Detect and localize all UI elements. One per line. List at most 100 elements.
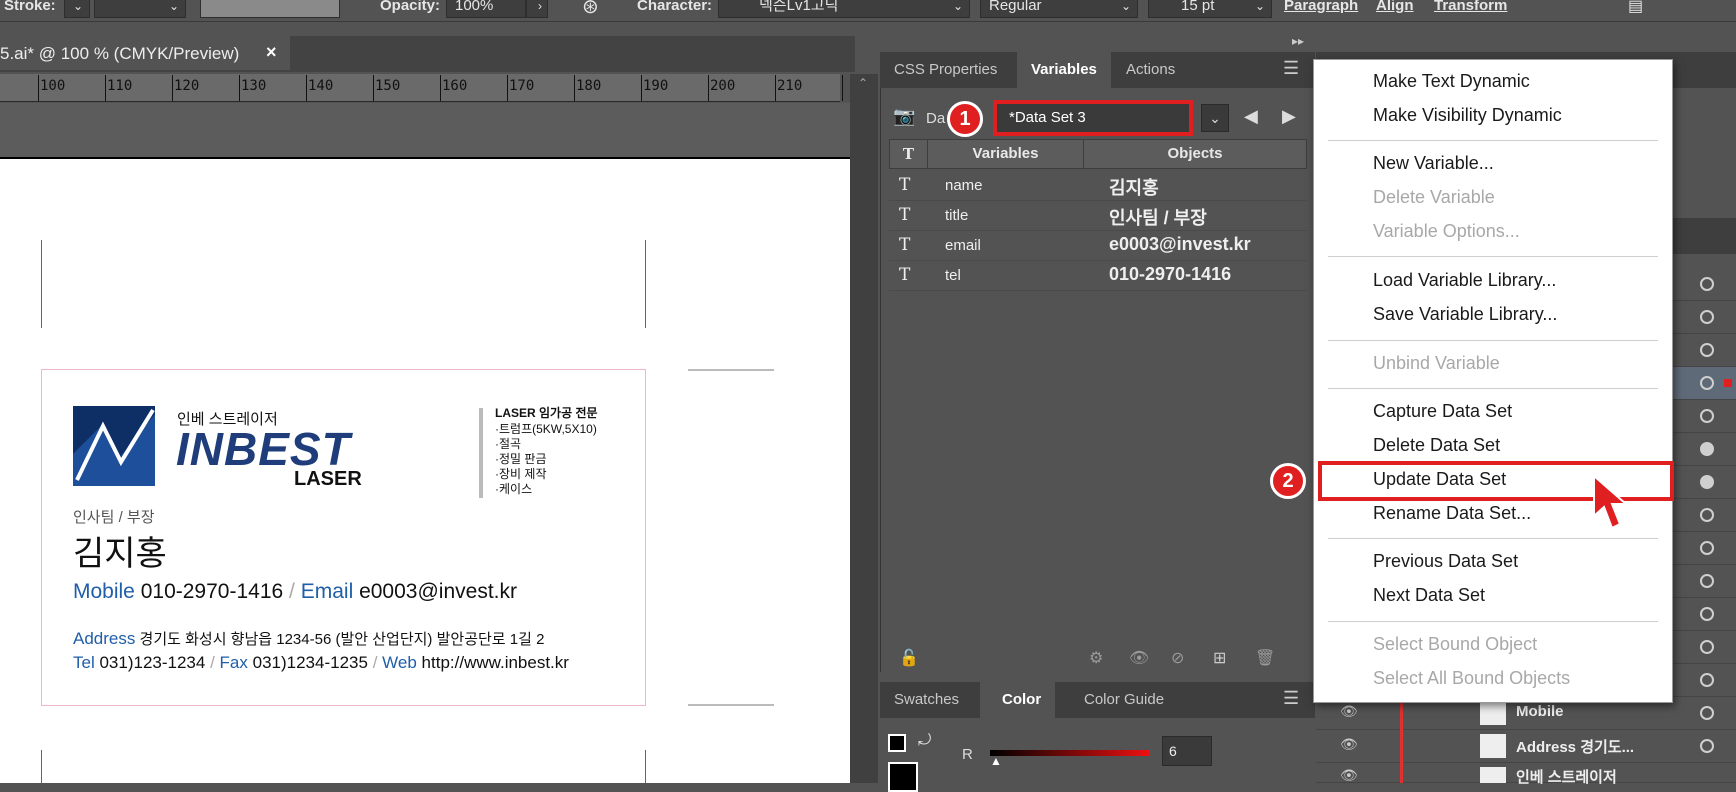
tab-color[interactable]: Color	[980, 682, 1056, 718]
previous-dataset-icon[interactable]: ◀	[1244, 106, 1258, 127]
text-variable-icon: T	[899, 205, 911, 225]
brush-definition[interactable]	[200, 0, 340, 18]
menu-item-previous-data-set[interactable]: Previous Data Set	[1373, 551, 1518, 572]
eye-icon[interactable]: 👁	[1340, 736, 1358, 753]
business-card[interactable]: 인베 스트레이저 INBEST LASER LASER 임가공 전문 ·트럼프(…	[41, 369, 646, 706]
align-link[interactable]: Align	[1376, 0, 1414, 14]
fill-stroke-swap-icon[interactable]	[888, 734, 906, 752]
swap-arrow-icon[interactable]: ⤾	[918, 732, 931, 750]
variable-object: 인사팀 / 부장	[1109, 208, 1207, 228]
make-visibility-dynamic-icon[interactable]: 👁	[1129, 648, 1149, 668]
recolor-icon[interactable]: ⊛	[582, 0, 599, 19]
panel-menu-icon[interactable]: ☰	[1283, 688, 1299, 709]
menu-item-rename-data-set[interactable]: Rename Data Set...	[1373, 503, 1531, 524]
opacity-arrow-button[interactable]: ›	[526, 0, 548, 18]
new-variable-icon[interactable]: ⊞	[1213, 648, 1226, 668]
unbind-icon[interactable]: ⊘	[1171, 648, 1184, 668]
transform-link[interactable]: Transform	[1434, 0, 1507, 14]
objects-column-header[interactable]: Objects	[1084, 140, 1306, 168]
ruler-tick: 150	[375, 78, 401, 94]
trash-icon[interactable]: 🗑	[1255, 648, 1275, 668]
next-dataset-icon[interactable]: ▶	[1282, 106, 1296, 127]
layer-row[interactable]: 👁 Address 경기도...	[1316, 730, 1736, 763]
close-icon[interactable]: ×	[266, 42, 277, 63]
font-size-dropdown[interactable]: 15 pt ⌄	[1148, 0, 1272, 18]
menu-item-variable-options[interactable]: Variable Options...	[1373, 221, 1520, 242]
vertical-scrollbar[interactable]: ⌃	[850, 74, 878, 783]
menu-item-unbind-variable[interactable]: Unbind Variable	[1373, 353, 1500, 374]
target-icon[interactable]	[1700, 673, 1714, 687]
address-text: 경기도 화성시 향남읍 1234-56 (발안 산업단지) 발안공단로 1길 2	[139, 631, 545, 648]
menu-item-save-variable-library[interactable]: Save Variable Library...	[1373, 304, 1557, 325]
ruler-tick: 200	[710, 78, 736, 94]
variables-column-header[interactable]: Variables	[928, 140, 1084, 168]
layer-name: 인베 스트레이저	[1516, 769, 1617, 786]
target-icon[interactable]	[1700, 376, 1714, 390]
tab-css-properties[interactable]: CSS Properties	[880, 52, 1011, 88]
collapse-panels-icon[interactable]: ▸▸	[1292, 34, 1304, 48]
target-icon[interactable]	[1700, 475, 1714, 489]
paragraph-link[interactable]: Paragraph	[1284, 0, 1358, 14]
menu-item-delete-variable[interactable]: Delete Variable	[1373, 187, 1495, 208]
make-text-dynamic-icon[interactable]: ⚙	[1089, 648, 1103, 668]
scroll-up-icon[interactable]: ⌃	[858, 76, 868, 90]
layer-name: Address 경기도...	[1516, 739, 1635, 756]
slider-handle-icon[interactable]: ▲	[990, 754, 1002, 768]
arrange-icon[interactable]: ▤	[1628, 0, 1643, 16]
lock-icon[interactable]: 🔓	[899, 648, 919, 668]
menu-item-capture-data-set[interactable]: Capture Data Set	[1373, 401, 1512, 422]
menu-item-make-text-dynamic[interactable]: Make Text Dynamic	[1373, 71, 1530, 92]
tab-swatches[interactable]: Swatches	[880, 682, 973, 718]
variable-row[interactable]: T email e0003@invest.kr	[889, 231, 1307, 261]
layer-thumbnail	[1480, 767, 1506, 783]
variable-row[interactable]: T tel 010-2970-1416	[889, 261, 1307, 291]
target-icon[interactable]	[1700, 574, 1714, 588]
document-tab[interactable]: 5.ai* @ 100 % (CMYK/Preview) ×	[0, 36, 290, 70]
red-value-input[interactable]: 6	[1162, 736, 1212, 766]
tab-variables[interactable]: Variables	[1017, 52, 1111, 88]
tab-actions[interactable]: Actions	[1112, 52, 1189, 88]
menu-item-load-variable-library[interactable]: Load Variable Library...	[1373, 270, 1556, 291]
menu-item-select-bound-object[interactable]: Select Bound Object	[1373, 634, 1537, 655]
variable-row[interactable]: T name 김지홍	[889, 171, 1307, 201]
layer-thumbnail	[1480, 734, 1506, 758]
menu-item-new-variable[interactable]: New Variable...	[1373, 153, 1494, 174]
target-icon[interactable]	[1700, 706, 1714, 720]
stroke-dropdown[interactable]: ⌄	[64, 0, 90, 18]
red-slider[interactable]	[990, 750, 1150, 756]
target-icon[interactable]	[1700, 739, 1714, 753]
target-icon[interactable]	[1700, 277, 1714, 291]
font-style-dropdown[interactable]: Regular ⌄	[980, 0, 1138, 18]
variable-name: email	[945, 237, 981, 254]
opacity-input[interactable]: 100%	[446, 0, 526, 18]
dataset-dropdown[interactable]: *Data Set 3	[993, 100, 1193, 136]
ruler-tick: 190	[643, 78, 669, 94]
target-icon[interactable]	[1700, 409, 1714, 423]
menu-item-delete-data-set[interactable]: Delete Data Set	[1373, 435, 1500, 456]
menu-item-select-all-bound-objects[interactable]: Select All Bound Objects	[1373, 668, 1570, 689]
menu-item-make-visibility-dynamic[interactable]: Make Visibility Dynamic	[1373, 105, 1562, 126]
fill-color-swatch[interactable]	[888, 762, 918, 792]
target-icon[interactable]	[1700, 442, 1714, 456]
ruler-tick: 140	[308, 78, 334, 94]
menu-item-next-data-set[interactable]: Next Data Set	[1373, 585, 1485, 606]
dataset-chevron-down-icon[interactable]: ⌄	[1201, 104, 1229, 132]
font-family-dropdown[interactable]: 넥슨Lv1고딕 ⌄	[718, 0, 970, 18]
stroke-weight-dropdown[interactable]: ⌄	[94, 0, 186, 18]
ruler-tick: 100	[40, 78, 66, 94]
variable-row[interactable]: T title 인사팀 / 부장	[889, 201, 1307, 231]
eye-icon[interactable]: 👁	[1340, 703, 1358, 720]
target-icon[interactable]	[1700, 343, 1714, 357]
tab-color-guide[interactable]: Color Guide	[1070, 682, 1178, 718]
target-icon[interactable]	[1700, 310, 1714, 324]
target-icon[interactable]	[1700, 541, 1714, 555]
panel-menu-icon[interactable]: ☰	[1283, 58, 1299, 79]
eye-icon[interactable]: 👁	[1340, 767, 1358, 784]
tel-number: 031)123-1234	[99, 653, 206, 672]
camera-icon[interactable]: 📷	[893, 106, 915, 127]
horizontal-ruler: 100 110 120 130 140 150 160 170 180 190 …	[0, 74, 843, 102]
target-icon[interactable]	[1700, 607, 1714, 621]
target-icon[interactable]	[1700, 640, 1714, 654]
layer-row[interactable]: 👁 인베 스트레이저	[1316, 763, 1736, 786]
target-icon[interactable]	[1700, 508, 1714, 522]
